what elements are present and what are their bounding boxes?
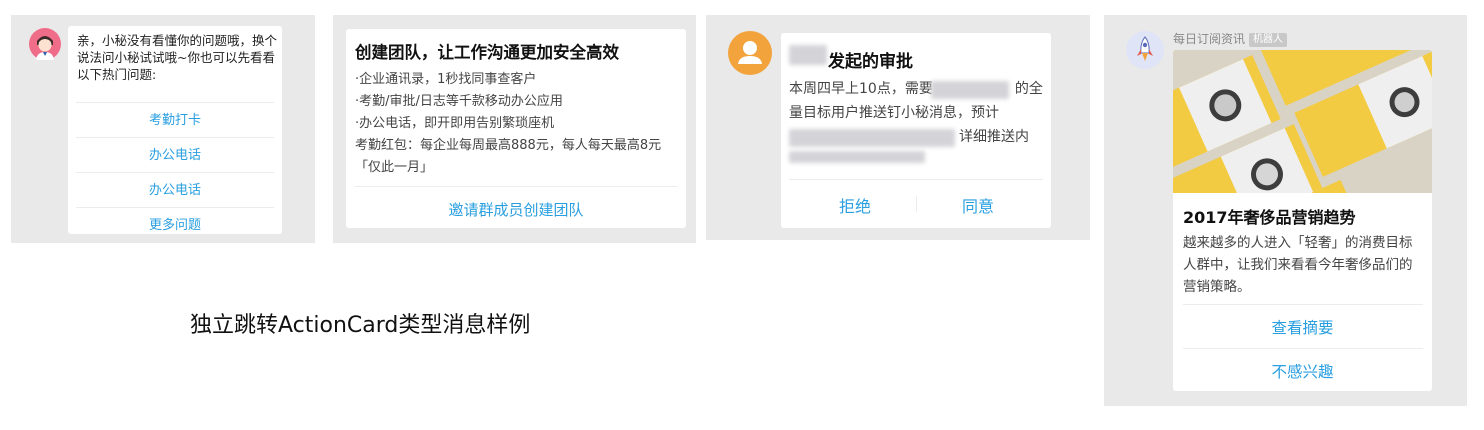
robot-tag: 机器人 [1249, 32, 1288, 47]
article-title: 2017年奢侈品营销趋势 [1183, 208, 1356, 227]
news-card: 2017年奢侈品营销趋势 越来越多的人进入「轻奢」的消费目标人群中，让我们来看看… [1173, 50, 1432, 391]
card-body: ·企业通讯录，1秒找同事查客户 ·考勤/审批/日志等千款移动办公应用 ·办公电话… [355, 69, 681, 179]
divider [76, 172, 274, 173]
user-silhouette-icon [738, 41, 762, 64]
figure-caption: 独立跳转ActionCard类型消息样例 [190, 313, 531, 338]
female-assistant-avatar-icon[interactable] [29, 28, 61, 60]
reply-message: 亲，小秘没有看懂你的问题哦，换个说法问小秘试试哦~你也可以先看看以下热门问题: [77, 33, 278, 82]
hot-question-link[interactable]: 考勤打卡 [68, 112, 282, 130]
button-divider [916, 196, 917, 212]
card-title: 发起的审批 [828, 52, 913, 72]
agree-button[interactable]: 同意 [918, 193, 1038, 217]
promo-line: 考勤红包：每企业每周最高888元，每人每天最高8元「仅此一月」 [355, 138, 662, 175]
article-summary: 越来越多的人进入「轻奢」的消费目标人群中，让我们来看看今年奢侈品们的营销策略。 [1183, 235, 1413, 295]
redacted-text [931, 81, 1009, 99]
user-avatar[interactable] [728, 31, 772, 75]
invite-create-team-button[interactable]: 邀请群成员创建团队 [346, 199, 686, 220]
feature-line: ·办公电话，即开即用告别繁琐座机 [355, 116, 555, 131]
cover-image-icon [1173, 50, 1432, 193]
message-sample-approval: 发起的审批 本周四早上10点，需要 的全 量目标用户推送钉小秘消息，预计 详细推送… [706, 15, 1090, 240]
divider [76, 102, 274, 103]
divider [789, 179, 1043, 180]
body-text: 详细推送内 [959, 129, 1029, 145]
message-sample-hotquestions: 亲，小秘没有看懂你的问题哦，换个说法问小秘试试哦~你也可以先看看以下热门问题: … [11, 15, 315, 243]
action-card: 创建团队，让工作沟通更加安全高效 ·企业通讯录，1秒找同事查客户 ·考勤/审批/… [346, 29, 686, 228]
reply-card: 亲，小秘没有看懂你的问题哦，换个说法问小秘试试哦~你也可以先看看以下热门问题: … [68, 26, 282, 234]
approval-card: 发起的审批 本周四早上10点，需要 的全 量目标用户推送钉小秘消息，预计 详细推送… [781, 33, 1051, 228]
feature-line: ·考勤/审批/日志等千款移动办公应用 [355, 94, 563, 109]
more-questions-link[interactable]: 更多问题 [68, 217, 282, 235]
sender-name: 每日订阅资讯 机器人 [1173, 30, 1288, 47]
divider [76, 137, 274, 138]
message-sample-create-team: 创建团队，让工作沟通更加安全高效 ·企业通讯录，1秒找同事查客户 ·考勤/审批/… [333, 15, 696, 243]
redacted-text [789, 151, 925, 163]
hot-question-link[interactable]: 办公电话 [68, 182, 282, 200]
robot-avatar[interactable] [1126, 31, 1164, 69]
divider [1183, 304, 1423, 305]
body-text: 量目标用户推送钉小秘消息，预计 [789, 105, 999, 121]
card-title: 创建团队，让工作沟通更加安全高效 [355, 43, 619, 62]
divider [76, 207, 274, 208]
divider [355, 186, 677, 187]
view-summary-button[interactable]: 查看摘要 [1173, 316, 1432, 338]
sender-label: 每日订阅资讯 [1173, 32, 1246, 46]
rocket-icon [1137, 36, 1153, 61]
feature-line: ·企业通讯录，1秒找同事查客户 [355, 72, 537, 87]
body-text: 本周四早上10点，需要 [789, 81, 933, 97]
hot-question-link[interactable]: 办公电话 [68, 147, 282, 165]
not-interested-button[interactable]: 不感兴趣 [1173, 360, 1432, 382]
watch-book-photo[interactable] [1173, 50, 1432, 193]
message-sample-news-feed: 每日订阅资讯 机器人 2017年奢侈品营销趋势 越来越多的人进入「轻奢」的消费目… [1104, 15, 1467, 406]
redacted-name [789, 45, 827, 65]
redacted-text [789, 129, 955, 147]
reject-button[interactable]: 拒绝 [795, 193, 915, 217]
divider [1183, 348, 1423, 349]
body-text: 的全 [1014, 81, 1043, 97]
